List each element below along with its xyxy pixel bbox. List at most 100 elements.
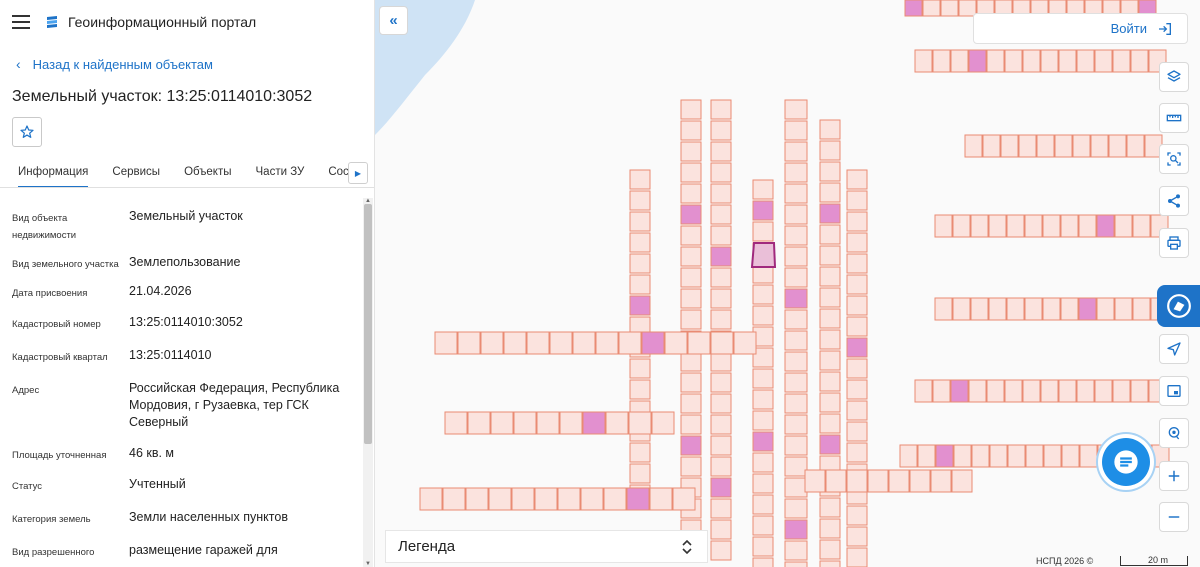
parcel[interactable] xyxy=(846,253,868,274)
measure-button[interactable] xyxy=(1159,103,1189,133)
parcel[interactable] xyxy=(968,379,987,403)
parcel[interactable] xyxy=(1094,49,1113,73)
parcel[interactable] xyxy=(549,331,573,355)
collapse-panel-button[interactable]: « xyxy=(379,6,408,35)
parcel[interactable] xyxy=(970,214,989,238)
parcel[interactable] xyxy=(680,393,702,414)
parcel[interactable] xyxy=(819,287,841,308)
parcel[interactable] xyxy=(629,379,651,400)
parcel[interactable] xyxy=(1024,214,1043,238)
parcel[interactable] xyxy=(680,351,702,372)
parcel[interactable] xyxy=(1058,49,1077,73)
parcel[interactable] xyxy=(710,99,732,120)
parcel[interactable] xyxy=(680,372,702,393)
parcel[interactable] xyxy=(899,444,918,468)
parcel[interactable] xyxy=(680,99,702,120)
parcel[interactable] xyxy=(687,331,711,355)
parcel[interactable] xyxy=(784,183,808,204)
parcel[interactable] xyxy=(784,288,808,309)
parcel[interactable] xyxy=(819,434,841,455)
tabs-scroll-right-button[interactable]: ▶ xyxy=(348,162,368,184)
parcel[interactable] xyxy=(680,246,702,267)
parcel[interactable] xyxy=(784,99,808,120)
parcel[interactable] xyxy=(819,203,841,224)
parcel[interactable] xyxy=(846,337,868,358)
parcel[interactable] xyxy=(511,487,535,511)
parcel[interactable] xyxy=(951,469,973,493)
parcel[interactable] xyxy=(819,518,841,539)
parcel[interactable] xyxy=(953,444,972,468)
parcel[interactable] xyxy=(934,297,953,321)
parcel[interactable] xyxy=(982,134,1001,158)
parcel[interactable] xyxy=(1132,214,1151,238)
parcel[interactable] xyxy=(1076,379,1095,403)
parcel[interactable] xyxy=(490,411,514,435)
parcel[interactable] xyxy=(752,431,774,452)
parcel[interactable] xyxy=(680,435,702,456)
parcel[interactable] xyxy=(846,274,868,295)
parcel[interactable] xyxy=(710,288,732,309)
parcel[interactable] xyxy=(819,224,841,245)
parcel[interactable] xyxy=(819,539,841,560)
parcel[interactable] xyxy=(641,331,665,355)
parcel[interactable] xyxy=(710,393,732,414)
menu-icon[interactable] xyxy=(12,15,30,29)
parcel[interactable] xyxy=(784,414,808,435)
parcel[interactable] xyxy=(988,214,1007,238)
parcel[interactable] xyxy=(846,295,868,316)
parcel[interactable] xyxy=(629,211,651,232)
parcel[interactable] xyxy=(752,515,774,536)
parcel[interactable] xyxy=(1054,134,1073,158)
parcel[interactable] xyxy=(914,49,933,73)
parcel[interactable] xyxy=(434,331,458,355)
parcel[interactable] xyxy=(710,372,732,393)
parcel[interactable] xyxy=(710,456,732,477)
legend-panel[interactable]: Легенда xyxy=(385,530,708,563)
parcel[interactable] xyxy=(988,297,1007,321)
parcel[interactable] xyxy=(846,232,868,253)
parcel[interactable] xyxy=(1036,134,1055,158)
parcel[interactable] xyxy=(784,498,808,519)
parcel[interactable] xyxy=(629,232,651,253)
parcel[interactable] xyxy=(572,331,596,355)
parcel[interactable] xyxy=(503,331,527,355)
parcel[interactable] xyxy=(1072,134,1091,158)
parcel[interactable] xyxy=(605,411,629,435)
parcel[interactable] xyxy=(710,477,732,498)
parcel[interactable] xyxy=(629,190,651,211)
parcel[interactable] xyxy=(710,120,732,141)
parcel[interactable] xyxy=(710,309,732,330)
parcel[interactable] xyxy=(752,557,774,567)
parcel[interactable] xyxy=(784,204,808,225)
navigate-button[interactable] xyxy=(1159,334,1189,364)
scrollbar-thumb[interactable] xyxy=(364,204,372,444)
parcel[interactable] xyxy=(752,221,774,242)
parcel[interactable] xyxy=(680,162,702,183)
parcel[interactable] xyxy=(457,331,481,355)
parcel[interactable] xyxy=(989,444,1008,468)
parcel[interactable] xyxy=(680,456,702,477)
parcel[interactable] xyxy=(1018,134,1037,158)
parcel[interactable] xyxy=(968,49,987,73)
parcel[interactable] xyxy=(680,204,702,225)
parcel[interactable] xyxy=(819,392,841,413)
parcel[interactable] xyxy=(846,469,868,493)
parcel[interactable] xyxy=(710,162,732,183)
parcel[interactable] xyxy=(1006,297,1025,321)
parcel[interactable] xyxy=(819,497,841,518)
parcel[interactable] xyxy=(629,358,651,379)
parcel[interactable] xyxy=(710,141,732,162)
parcel[interactable] xyxy=(467,411,491,435)
nspd-button[interactable] xyxy=(1157,285,1200,327)
parcel[interactable] xyxy=(784,309,808,330)
parcel[interactable] xyxy=(784,372,808,393)
parcel[interactable] xyxy=(710,331,734,355)
parcel[interactable] xyxy=(784,435,808,456)
share-button[interactable] xyxy=(1159,186,1189,216)
parcel[interactable] xyxy=(804,469,826,493)
parcel[interactable] xyxy=(819,329,841,350)
parcel[interactable] xyxy=(950,49,969,73)
parcel[interactable] xyxy=(1130,49,1149,73)
parcel[interactable] xyxy=(752,284,774,305)
parcel[interactable] xyxy=(580,487,604,511)
